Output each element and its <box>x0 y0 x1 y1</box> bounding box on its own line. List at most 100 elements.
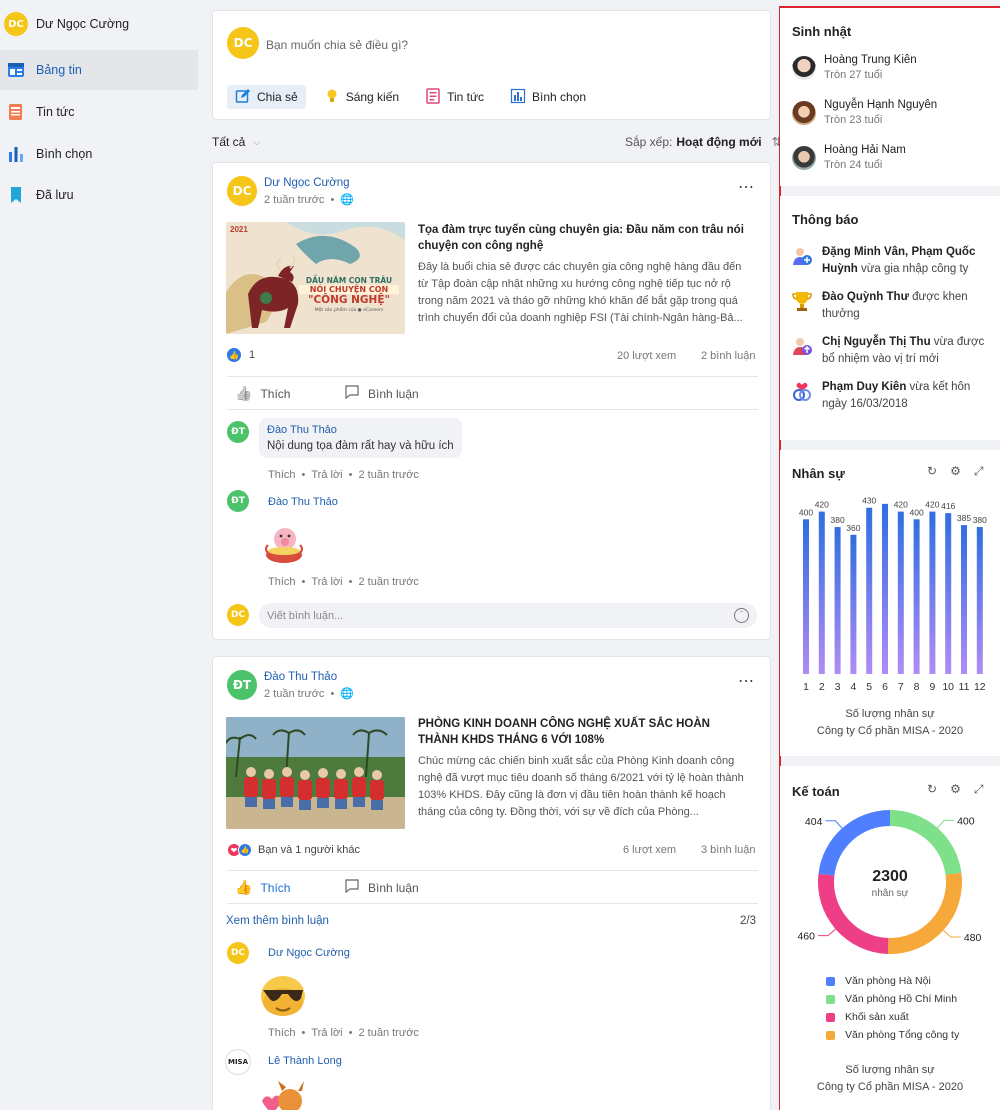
composer-input[interactable]: Bạn muốn chia sẻ điều gì? <box>266 38 408 52</box>
comment-like-link[interactable]: Thích <box>268 576 296 588</box>
post-title[interactable]: PHÒNG KINH DOANH CÔNG NGHỆ XUẤT SẮC HOÀN… <box>418 716 738 748</box>
like-button[interactable]: 👍 Thích <box>235 879 290 896</box>
legend-item[interactable]: Văn phòng Hồ Chí Minh <box>826 990 959 1008</box>
image-caption-line: "CÔNG NGHỆ" <box>307 294 390 306</box>
post-card: DC Dư Ngọc Cường 2 tuần trước • 🌐 ⋯ 2021 D… <box>212 162 771 640</box>
comment-like-link[interactable]: Thích <box>268 469 296 481</box>
sidebar-item-news[interactable]: Tin tức <box>0 92 198 132</box>
x-tick-label: 1 <box>803 681 809 693</box>
comment-button[interactable]: Bình luận <box>344 385 419 402</box>
legend-item[interactable]: Khối sản xuất <box>826 1008 959 1026</box>
comment-author[interactable]: Đào Thu Thảo <box>267 424 454 436</box>
avatar: DC <box>227 27 259 59</box>
post-title[interactable]: Tọa đàm trực tuyến cùng chuyên gia: Đầu … <box>418 222 748 254</box>
birthday-item[interactable]: Hoàng Hải Nam Tròn 24 tuổi <box>792 144 906 171</box>
bar[interactable] <box>961 525 967 674</box>
bar[interactable] <box>945 513 952 674</box>
chart-caption: Số lượng nhân sự Công ty Cổ phần MISA - … <box>780 706 1000 740</box>
legend-item[interactable]: Văn phòng Hà Nội <box>826 972 959 990</box>
tab-poll[interactable]: Bình chọn <box>502 85 594 109</box>
widget-toolbar: ↻ ⚙ ⤢ <box>927 782 983 797</box>
bar[interactable] <box>834 527 841 674</box>
bar[interactable] <box>803 519 809 674</box>
legend-swatch <box>826 1030 835 1040</box>
bar[interactable] <box>866 507 873 674</box>
notification-item[interactable]: Đào Quỳnh Thư được khen thưởng <box>790 289 990 323</box>
comment-reply-link[interactable]: Trả lời <box>311 1027 342 1039</box>
reaction-text[interactable]: Bạn và 1 người khác <box>258 844 360 856</box>
widget-title: Kế toán <box>792 784 840 799</box>
pig-sticker <box>263 521 305 565</box>
legend-item[interactable]: Văn phòng Tổng công ty <box>826 1026 959 1044</box>
more-options-icon[interactable]: ⋯ <box>738 177 755 197</box>
tab-share[interactable]: Chia sẻ <box>227 85 306 109</box>
filter-dropdown[interactable]: Tất cả ⌵ <box>212 135 260 149</box>
comment-reply-link[interactable]: Trả lời <box>311 469 342 481</box>
gear-icon[interactable]: ⚙ <box>950 782 961 797</box>
notification-subject[interactable]: Phạm Duy Kiên <box>822 381 906 393</box>
comment-count[interactable]: 3 bình luận <box>701 844 755 856</box>
sidebar-item-saved[interactable]: Đã lưu <box>0 175 198 215</box>
post-author[interactable]: Đào Thu Thảo <box>264 671 337 683</box>
bar[interactable] <box>929 511 936 674</box>
comment-input[interactable]: Viết bình luận... ‾ <box>259 603 757 628</box>
notification-item[interactable]: Phạm Duy Kiên vừa kết hôn ngày 16/03/201… <box>790 379 990 413</box>
gear-icon[interactable]: ⚙ <box>950 464 961 479</box>
comment-author[interactable]: Lê Thành Long <box>268 1055 342 1067</box>
comment-author[interactable]: Đào Thu Thảo <box>268 496 338 508</box>
donut-slice[interactable] <box>818 810 890 876</box>
post-image[interactable]: 2021 DẦU NĂM CON TRÂU NÓI CHUYỆN CON "CÔ… <box>226 222 405 334</box>
comment-reply-link[interactable]: Trả lời <box>311 576 342 588</box>
x-tick-label: 3 <box>835 681 841 693</box>
sort-control[interactable]: Sắp xếp: Hoạt động mới ⇅ <box>625 135 782 149</box>
filter-label: Tất cả <box>212 135 246 149</box>
bar[interactable] <box>976 527 983 674</box>
notification-item[interactable]: Đặng Minh Vân, Phạm Quốc Huỳnh vừa gia n… <box>790 244 990 278</box>
tab-initiative[interactable]: Sáng kiến <box>316 85 407 109</box>
comment-author[interactable]: Dư Ngọc Cường <box>268 947 350 959</box>
comment-count[interactable]: 2 bình luận <box>701 350 755 362</box>
post-author[interactable]: Dư Ngọc Cường <box>264 177 350 189</box>
bar-data-label: 416 <box>941 501 955 511</box>
image-caption: DẦU NĂM CON TRÂU NÓI CHUYỆN CON "CÔNG NG… <box>299 276 399 313</box>
post-image[interactable] <box>226 717 405 829</box>
notification-item[interactable]: Chị Nguyễn Thị Thu vừa được bổ nhiệm vào… <box>790 334 990 368</box>
tab-news[interactable]: Tin tức <box>417 85 492 109</box>
view-count: 6 lượt xem <box>623 844 677 856</box>
bar[interactable] <box>850 534 857 674</box>
bar[interactable] <box>897 511 904 674</box>
more-options-icon[interactable]: ⋯ <box>738 671 755 691</box>
sidebar-item-polls[interactable]: Bình chọn <box>0 134 198 174</box>
birthday-item[interactable]: Nguyễn Hạnh Nguyên Tròn 23 tuổi <box>792 99 937 126</box>
comment-button[interactable]: Bình luận <box>344 879 419 896</box>
expand-icon[interactable]: ⤢ <box>974 782 984 797</box>
thumbs-up-icon: 👍 <box>235 385 253 401</box>
sidebar-item-newsfeed[interactable]: Bảng tin <box>0 50 198 90</box>
comment-label: Bình luận <box>368 880 419 895</box>
reaction-summary: ❤ 👍 Bạn và 1 người khác <box>227 843 360 857</box>
widget-title: Nhân sự <box>792 466 845 481</box>
notification-subject[interactable]: Chị Nguyễn Thị Thu <box>822 336 931 348</box>
legend-label: Văn phòng Tổng công ty <box>845 1029 960 1041</box>
refresh-icon[interactable]: ↻ <box>927 782 937 797</box>
expand-icon[interactable]: ⤢ <box>974 464 984 479</box>
promotion-icon <box>790 334 814 358</box>
sidebar-user[interactable]: DC Dư Ngọc Cường <box>4 12 129 36</box>
trophy-icon <box>790 289 814 313</box>
comment-like-link[interactable]: Thích <box>268 1027 296 1039</box>
bar[interactable] <box>818 511 825 674</box>
comment-actions: Thích • Trả lời • 2 tuần trước <box>268 576 419 588</box>
notification-subject[interactable]: Đào Quỳnh Thư <box>822 291 909 303</box>
donut-slice[interactable] <box>890 810 962 875</box>
birthday-item[interactable]: Hoàng Trung Kiên Tròn 27 tuổi <box>792 54 917 81</box>
refresh-icon[interactable]: ↻ <box>927 464 937 479</box>
bar[interactable] <box>913 519 920 674</box>
post-card: ĐT Đào Thu Thảo 2 tuần trước • 🌐 ⋯ PHÒNG K… <box>212 656 771 1110</box>
bar[interactable] <box>882 503 888 674</box>
legend-label: Văn phòng Hà Nội <box>845 975 931 987</box>
like-button[interactable]: 👍 Thích <box>235 385 290 402</box>
emoji-icon[interactable]: ‾ <box>734 608 749 623</box>
view-more-comments-link[interactable]: Xem thêm bình luận <box>226 915 329 927</box>
image-caption-footer: Một sản phẩm của ● eCareers <box>314 308 384 313</box>
team-photo <box>226 717 405 829</box>
